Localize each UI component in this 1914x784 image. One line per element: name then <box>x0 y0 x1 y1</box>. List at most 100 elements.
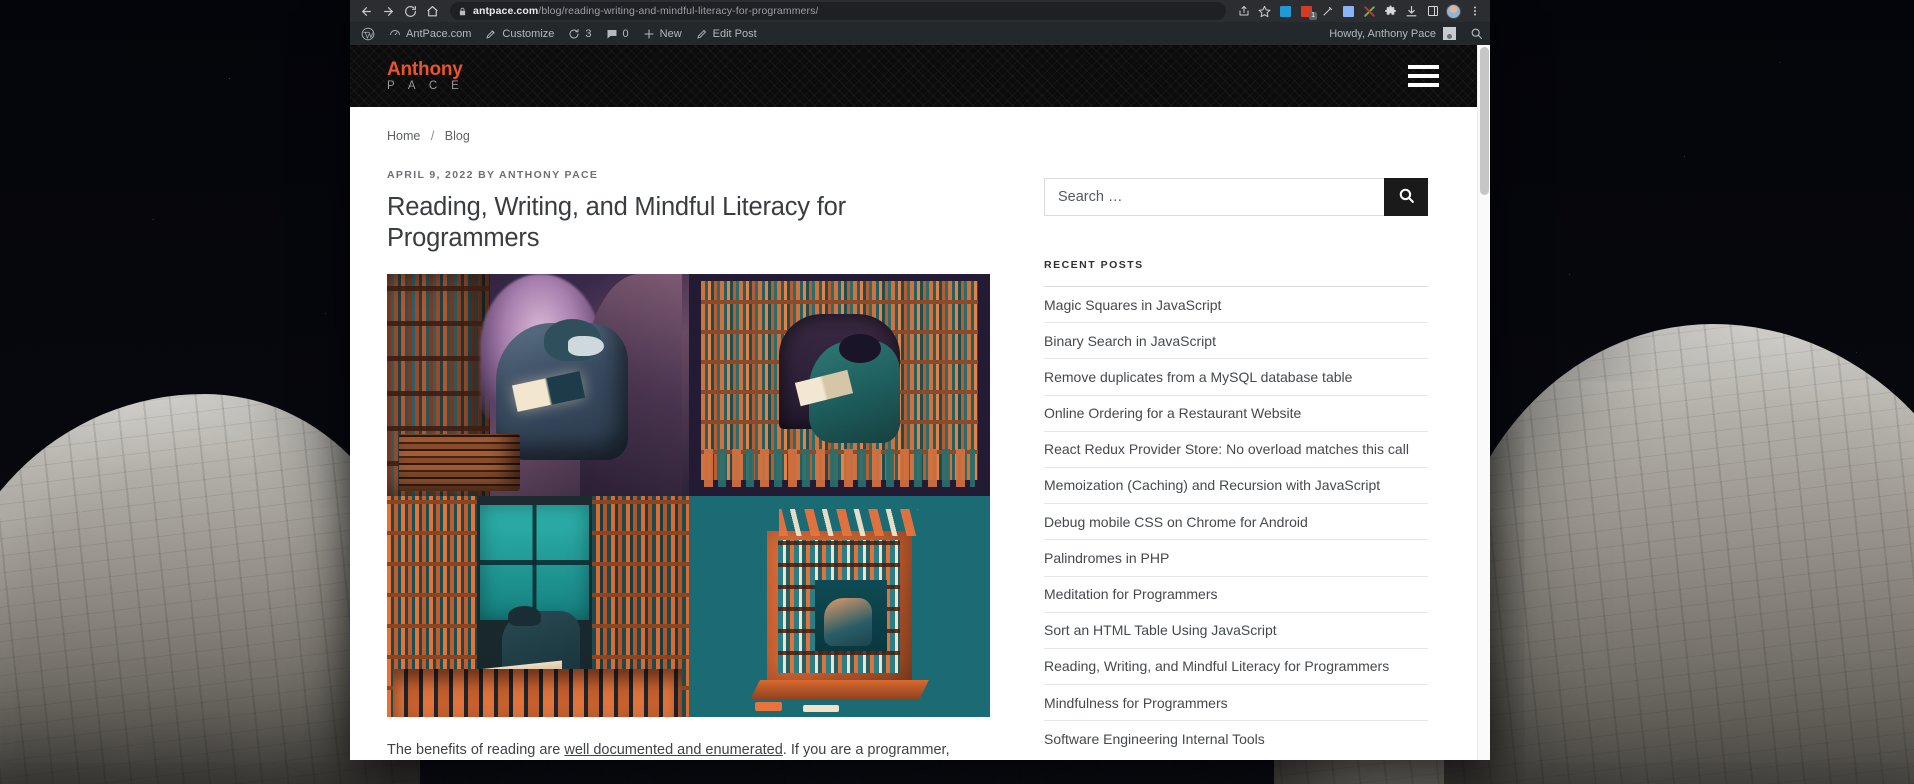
recent-post-link[interactable]: Software Engineering Internal Tools <box>1044 721 1428 756</box>
article-body: The benefits of reading are well documen… <box>387 739 990 760</box>
list-item: Debug mobile CSS on Chrome for Android <box>1044 503 1428 539</box>
extensions-puzzle-icon[interactable] <box>1381 2 1400 20</box>
featured-image-tile-1 <box>387 274 689 496</box>
post-meta: APRIL 9, 2022 BY ANTHONY PACE <box>387 169 599 181</box>
list-item: Magic Squares in JavaScript <box>1044 286 1428 322</box>
recent-post-link[interactable]: Binary Search in JavaScript <box>1044 323 1428 358</box>
list-item: Reading, Writing, and Mindful Literacy f… <box>1044 647 1428 684</box>
list-item: Software Engineering Internal Tools <box>1044 720 1428 756</box>
list-item: Sort an HTML Table Using JavaScript <box>1044 611 1428 648</box>
back-icon[interactable] <box>356 2 376 20</box>
list-item: Palindromes in PHP <box>1044 539 1428 575</box>
logo-line-2: P A C E <box>387 79 465 92</box>
recent-posts-list: Magic Squares in JavaScript Binary Searc… <box>1044 286 1428 756</box>
browser-window: antpace.com/blog/reading-writing-and-min… <box>350 0 1490 760</box>
wp-site-item[interactable]: AntPace.com <box>382 22 478 45</box>
downloads-icon[interactable] <box>1402 2 1421 20</box>
breadcrumb-separator: / <box>430 129 435 143</box>
recent-post-link[interactable]: Memoization (Caching) and Recursion with… <box>1044 468 1428 503</box>
page-scrollbar[interactable] <box>1477 45 1490 760</box>
wp-site-label: AntPace.com <box>406 27 472 40</box>
body-text-before-link: The benefits of reading are <box>387 742 565 759</box>
recent-post-link[interactable]: Palindromes in PHP <box>1044 540 1428 575</box>
list-item: Meditation for Programmers <box>1044 575 1428 612</box>
wp-comments-count: 0 <box>622 27 629 40</box>
chrome-menu-icon[interactable] <box>1465 2 1484 20</box>
search-input[interactable] <box>1044 178 1384 216</box>
wordpress-admin-bar: AntPace.com Customize 3 0 New Edit Post <box>350 22 1490 45</box>
url-domain: antpace.com <box>473 5 539 17</box>
wp-edit-post-label: Edit Post <box>712 27 757 40</box>
url-text: antpace.com/blog/reading-writing-and-min… <box>473 5 818 17</box>
breadcrumb: Home / Blog <box>350 107 1477 143</box>
wp-updates-item[interactable]: 3 <box>561 22 598 45</box>
list-item: Binary Search in JavaScript <box>1044 322 1428 358</box>
featured-image-tile-2 <box>688 274 990 496</box>
extension-color-icon[interactable] <box>1339 2 1358 20</box>
extension-cross-icon[interactable] <box>1360 2 1379 20</box>
recent-post-link[interactable]: Online Ordering for a Restaurant Website <box>1044 396 1428 431</box>
recent-post-link[interactable]: Remove duplicates from a MySQL database … <box>1044 359 1428 394</box>
browser-toolbar: antpace.com/blog/reading-writing-and-min… <box>350 0 1490 22</box>
recent-post-link[interactable]: Mindfulness for Programmers <box>1044 685 1428 720</box>
featured-image-tile-4 <box>688 495 990 718</box>
wp-customize-item[interactable]: Customize <box>478 22 561 45</box>
page-viewport: Anthony P A C E Home / Blog APRIL 9, 202… <box>350 45 1490 760</box>
featured-image[interactable] <box>387 274 990 718</box>
extension-eyedropper-icon[interactable] <box>1318 2 1337 20</box>
share-icon[interactable] <box>1234 2 1253 20</box>
bookmark-star-icon[interactable] <box>1255 2 1274 20</box>
wp-edit-post-item[interactable]: Edit Post <box>689 22 764 45</box>
url-path: /blog/reading-writing-and-mindful-litera… <box>538 5 819 17</box>
address-bar[interactable]: antpace.com/blog/reading-writing-and-min… <box>450 2 1226 20</box>
sidepanel-icon[interactable] <box>1423 2 1442 20</box>
recent-post-link[interactable]: Debug mobile CSS on Chrome for Android <box>1044 504 1428 539</box>
list-item: Mindfulness for Programmers <box>1044 684 1428 720</box>
logo-line-1: Anthony <box>387 58 463 80</box>
wp-logo-item[interactable] <box>354 22 382 45</box>
featured-image-tile-3 <box>387 495 689 718</box>
wp-howdy-item[interactable]: Howdy, Anthony Pace <box>1322 22 1463 45</box>
breadcrumb-blog-link[interactable]: Blog <box>445 129 470 143</box>
list-item: Memoization (Caching) and Recursion with… <box>1044 466 1428 503</box>
recent-post-link[interactable]: Reading, Writing, and Mindful Literacy f… <box>1044 649 1428 684</box>
recent-post-link[interactable]: Meditation for Programmers <box>1044 577 1428 612</box>
forward-icon[interactable] <box>378 2 398 20</box>
content-wrapper: APRIL 9, 2022 BY ANTHONY PACE Reading, W… <box>350 143 1477 760</box>
list-item: React Redux Provider Store: No overload … <box>1044 430 1428 467</box>
desktop-wallpaper: antpace.com/blog/reading-writing-and-min… <box>0 0 1914 784</box>
recent-post-link[interactable]: Sort an HTML Table Using JavaScript <box>1044 613 1428 648</box>
sidebar: RECENT POSTS Magic Squares in JavaScript… <box>1044 169 1428 756</box>
site-header: Anthony P A C E <box>350 45 1477 107</box>
breadcrumb-home-link[interactable]: Home <box>387 129 420 143</box>
search-form <box>1044 178 1428 216</box>
reload-icon[interactable] <box>400 2 420 20</box>
page-content: Anthony P A C E Home / Blog APRIL 9, 202… <box>350 45 1477 760</box>
page-scrollbar-thumb[interactable] <box>1480 47 1489 195</box>
extension-lastpass-icon[interactable] <box>1276 2 1295 20</box>
hamburger-menu-icon[interactable] <box>1404 61 1443 91</box>
search-submit-button[interactable] <box>1384 178 1428 216</box>
site-logo[interactable]: Anthony P A C E <box>387 60 464 93</box>
recent-post-link[interactable]: React Redux Provider Store: No overload … <box>1044 432 1428 467</box>
profile-avatar[interactable] <box>1444 2 1463 20</box>
avatar <box>1443 27 1456 40</box>
wp-new-label: New <box>659 27 682 40</box>
wp-customize-label: Customize <box>502 27 555 40</box>
recent-post-link[interactable]: Magic Squares in JavaScript <box>1044 287 1428 322</box>
wp-howdy-label: Howdy, Anthony Pace <box>1329 27 1436 40</box>
article: APRIL 9, 2022 BY ANTHONY PACE Reading, W… <box>387 169 990 760</box>
extension-badge-count: 1 <box>1309 12 1317 20</box>
lock-icon <box>458 6 467 17</box>
recent-posts-title: RECENT POSTS <box>1044 259 1144 271</box>
wp-new-item[interactable]: New <box>636 22 689 45</box>
extension-badge-icon[interactable]: 1 <box>1297 2 1317 20</box>
wp-search-item[interactable] <box>1463 22 1490 45</box>
list-item: Online Ordering for a Restaurant Website <box>1044 394 1428 431</box>
body-inline-link[interactable]: well documented and enumerated <box>564 742 782 758</box>
list-item: Remove duplicates from a MySQL database … <box>1044 358 1428 394</box>
wp-comments-item[interactable]: 0 <box>599 22 636 45</box>
search-icon <box>1398 187 1415 207</box>
home-icon[interactable] <box>422 2 442 20</box>
wp-updates-count: 3 <box>585 27 592 40</box>
